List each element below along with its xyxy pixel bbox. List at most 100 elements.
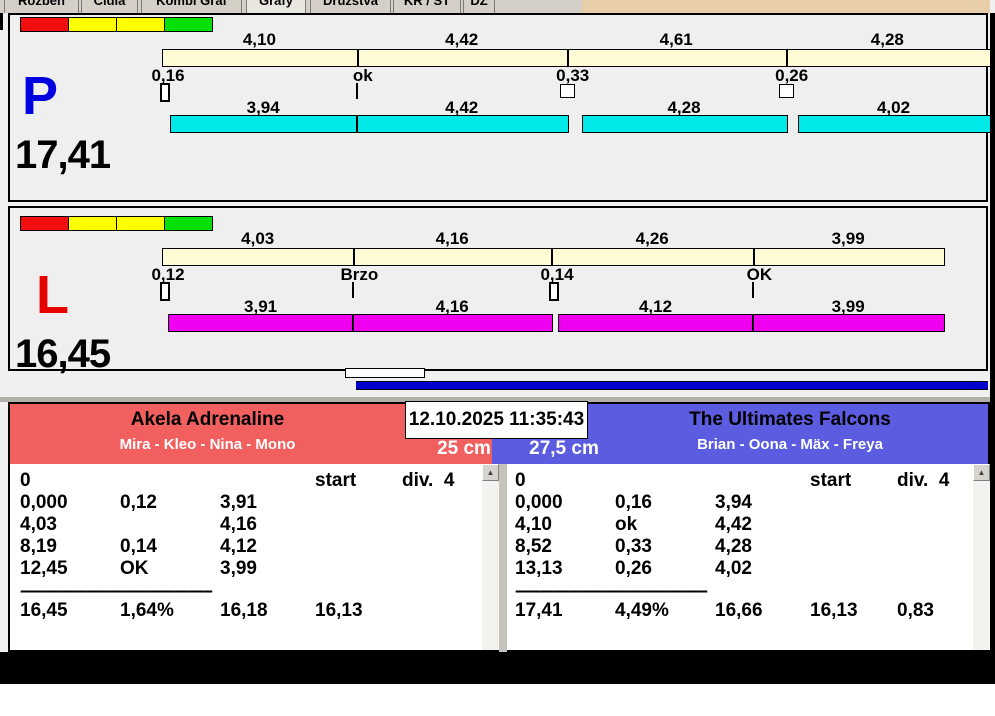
- table-separator: ----------------------------------------…: [20, 581, 213, 600]
- change-time-label: OK: [746, 265, 773, 284]
- table-total-cell: 4,49%: [615, 600, 669, 621]
- progress-indicator: [345, 368, 425, 378]
- tab-dz[interactable]: DZ: [463, 0, 495, 13]
- run-time-label: 4,16: [435, 297, 469, 316]
- app-window: Rozběh Čidla Kombi Graf Grafy Družstva KR / S…: [0, 0, 995, 716]
- table-cell: 0,000: [20, 492, 68, 513]
- run-time-label: 4,12: [638, 297, 673, 316]
- run-graph-panel-left-lane: 4,03 0,12 3,91 4,16 Brzo 4,16 4,26 0,14 4,12 3,99…: [8, 206, 988, 374]
- table-cell: 3,91: [220, 492, 257, 513]
- change-time-label: 0,12: [151, 265, 185, 284]
- splits-table-right: 0 start div. 4 0,000 0,16 3,94 4,10 ok 4,42 8,52 0…: [507, 464, 990, 650]
- status-light-2: [117, 217, 165, 230]
- change-marker-line: [752, 282, 755, 298]
- run-bar: [167, 314, 356, 332]
- status-light-0: [21, 217, 69, 230]
- tab--idla[interactable]: Čidla: [81, 0, 138, 13]
- split-tick: [753, 248, 756, 266]
- status-lights: [20, 17, 213, 32]
- tab-bar: Rozběh Čidla Kombi Graf Grafy Družstva KR / S…: [0, 0, 582, 13]
- table-total-cell: 16,45: [20, 600, 68, 621]
- split-time-label: 4,61: [659, 30, 693, 49]
- tab-grafy[interactable]: Grafy: [246, 0, 306, 13]
- table-separator: ----------------------------------------…: [515, 581, 708, 600]
- tab-rozb-h[interactable]: Rozběh: [4, 0, 79, 13]
- split-tick: [356, 49, 359, 67]
- split-tick: [785, 49, 788, 67]
- table-total-cell: 16,13: [315, 600, 363, 621]
- table-cell: 3,99: [220, 558, 257, 579]
- table-header-cell: div. 4: [897, 470, 950, 491]
- table-cell: 8,19: [20, 536, 57, 557]
- results-section: Akela Adrenaline Mira - Kleo - Nina - Mo…: [8, 401, 990, 652]
- table-cell: 13,13: [515, 558, 563, 579]
- change-time-label: 0,33: [556, 66, 590, 85]
- run-time-label: 4,28: [667, 98, 701, 117]
- desktop-area: [0, 684, 995, 716]
- run-bar: [753, 314, 945, 332]
- run-bar: [353, 314, 554, 332]
- change-marker-line: [355, 83, 358, 99]
- split-time-label: 4,28: [870, 30, 904, 49]
- table-total-cell: 1,64%: [120, 600, 174, 621]
- table-total-cell: 17,41: [515, 600, 563, 621]
- status-light-3: [165, 217, 212, 230]
- table-cell: 4,16: [220, 514, 257, 535]
- table-cell: 4,12: [220, 536, 257, 557]
- status-light-1: [69, 217, 117, 230]
- run-time-label: 3,94: [246, 98, 280, 117]
- run-graph-panel-right-lane: 4,10 0,16 3,94 4,42 ok 4,42 4,61 0,33 4,28 4,28 0,…: [8, 13, 991, 202]
- table-cell: 4,02: [715, 558, 752, 579]
- table-cell: 0,14: [120, 536, 157, 557]
- table-cell: 0,33: [615, 536, 652, 557]
- table-cell: 0,000: [515, 492, 563, 513]
- table-header-cell: 0: [515, 470, 526, 491]
- change-time-label: Brzo: [340, 265, 379, 284]
- split-time-label: 4,26: [635, 229, 669, 248]
- split-time-label: 4,16: [435, 229, 469, 248]
- run-time-label: 4,42: [445, 98, 479, 117]
- split-tick: [551, 248, 554, 266]
- table-total-cell: 16,18: [220, 600, 268, 621]
- change-marker-square: [778, 84, 794, 98]
- lane-letter: L: [36, 265, 69, 325]
- table-scrollbar[interactable]: ▲: [482, 464, 499, 650]
- tab-bar-filler: [582, 0, 990, 13]
- team-dogs-right: Brian - Oona - Mäx - Freya: [697, 436, 883, 453]
- run-bar: [356, 115, 569, 133]
- change-time-label: 0,26: [775, 66, 809, 85]
- table-cell: 8,52: [515, 536, 552, 557]
- run-bar: [169, 115, 359, 133]
- change-marker-square: [559, 84, 575, 98]
- table-total-cell: 16,13: [810, 600, 858, 621]
- table-divider: [499, 464, 507, 652]
- split-bar: [162, 49, 991, 67]
- lane-letter: P: [22, 66, 59, 126]
- tab-dru-stva[interactable]: Družstva: [310, 0, 391, 13]
- tab-kr-st[interactable]: KR / ST: [393, 0, 461, 13]
- table-cell: OK: [120, 558, 149, 579]
- table-cell: 0,12: [120, 492, 157, 513]
- scrollbar-up-button[interactable]: ▲: [973, 464, 990, 481]
- change-time-label: 0,14: [540, 265, 574, 284]
- team-dogs-left: Mira - Kleo - Nina - Mono: [119, 436, 296, 453]
- table-cell: 0,26: [615, 558, 652, 579]
- run-bar-divider: [352, 314, 355, 332]
- lane-total-time: 17,41: [15, 133, 111, 177]
- change-marker-rect: [549, 282, 560, 301]
- split-time-label: 4,10: [242, 30, 276, 49]
- table-total-cell: 16,66: [715, 600, 763, 621]
- status-light-2: [117, 18, 165, 31]
- status-light-0: [21, 18, 69, 31]
- scrollbar-up-button[interactable]: ▲: [482, 464, 499, 481]
- timeline-bar: [356, 381, 988, 390]
- change-marker-rect: [160, 282, 170, 301]
- change-marker-rect: [160, 83, 170, 102]
- table-scrollbar[interactable]: ▲: [973, 464, 990, 650]
- table-cell: 4,28: [715, 536, 752, 557]
- split-tick: [566, 49, 569, 67]
- tab-kombi-graf[interactable]: Kombi Graf: [141, 0, 242, 13]
- bottom-black-band: [0, 652, 995, 684]
- change-marker-line: [352, 282, 355, 298]
- split-time-label: 4,03: [241, 229, 275, 248]
